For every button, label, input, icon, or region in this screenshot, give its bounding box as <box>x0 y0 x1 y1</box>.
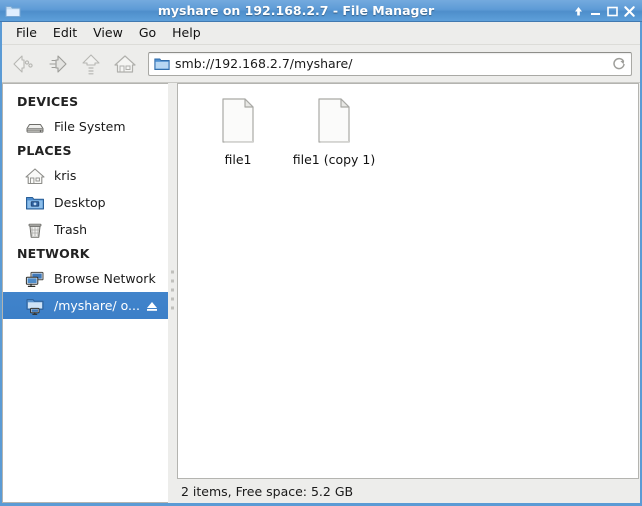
sidebar-item-myshare[interactable]: /myshare/ o... <box>3 292 168 319</box>
sidebar-item-desktop[interactable]: Desktop <box>3 189 168 216</box>
sidebar-group-devices: DEVICES <box>17 94 79 109</box>
desktop-folder-icon <box>24 193 46 213</box>
sidebar-item-label: Desktop <box>54 195 106 210</box>
folder-icon[interactable] <box>4 3 22 19</box>
location-bar[interactable]: smb://192.168.2.7/myshare/ <box>148 51 632 76</box>
arrow-left-icon <box>13 54 33 73</box>
status-text: 2 items, Free space: 5.2 GB <box>181 483 354 499</box>
status-bar: 2 items, Free space: 5.2 GB <box>177 479 639 503</box>
sidebar-group-network: NETWORK <box>17 246 90 261</box>
minimize-button[interactable] <box>587 3 604 19</box>
sidebar-item-label: kris <box>54 168 77 183</box>
sidebar-item-kris[interactable]: kris <box>3 162 168 189</box>
location-input[interactable]: smb://192.168.2.7/myshare/ <box>175 56 611 71</box>
document-icon <box>214 96 262 146</box>
eject-icon[interactable] <box>145 299 159 313</box>
title-bar[interactable]: myshare on 192.168.2.7 - File Manager <box>0 0 642 22</box>
shade-button[interactable] <box>570 3 587 19</box>
network-browse-icon <box>24 269 46 289</box>
sidebar-item-label: File System <box>54 119 126 134</box>
arrow-up-icon <box>82 53 100 74</box>
up-button[interactable] <box>74 49 108 79</box>
window-body: DEVICES File System PLACES kris Desktop … <box>2 83 640 503</box>
file-item[interactable]: file1 <box>190 92 286 173</box>
network-share-icon <box>24 296 46 316</box>
menu-bar: File Edit View Go Help <box>2 22 640 45</box>
main-pane: file1 file1 (copy 1) 2 items, Free space… <box>177 83 640 503</box>
sidebar-item-browse-network[interactable]: Browse Network <box>3 265 168 292</box>
file-item[interactable]: file1 (copy 1) <box>286 92 382 173</box>
reload-icon[interactable] <box>611 56 627 72</box>
menu-file[interactable]: File <box>8 23 45 43</box>
maximize-button[interactable] <box>604 3 621 19</box>
document-icon <box>310 96 358 146</box>
sidebar-splitter[interactable] <box>168 83 177 503</box>
home-icon <box>24 166 46 186</box>
splitter-grip <box>171 270 174 316</box>
window-title: myshare on 192.168.2.7 - File Manager <box>157 3 435 18</box>
arrow-right-icon <box>49 54 67 73</box>
home-button[interactable] <box>108 49 142 79</box>
file-name: file1 <box>224 152 252 167</box>
sidebar-item-label: Trash <box>54 222 88 237</box>
file-name: file1 (copy 1) <box>292 152 376 167</box>
menu-help[interactable]: Help <box>164 23 209 43</box>
sidebar-item-label: /myshare/ o... <box>54 298 140 313</box>
close-button[interactable] <box>621 3 638 19</box>
sidebar-item-trash[interactable]: Trash <box>3 216 168 243</box>
sidebar-item-file-system[interactable]: File System <box>3 113 168 140</box>
folder-icon <box>154 57 170 71</box>
home-icon <box>114 54 136 73</box>
file-manager-window: myshare on 192.168.2.7 - File Manager Fi… <box>0 0 642 506</box>
harddisk-icon <box>24 117 46 137</box>
places-sidebar: DEVICES File System PLACES kris Desktop … <box>2 83 168 503</box>
menu-go[interactable]: Go <box>131 23 164 43</box>
menu-edit[interactable]: Edit <box>45 23 85 43</box>
trash-icon <box>24 220 46 240</box>
menu-view[interactable]: View <box>85 23 131 43</box>
sidebar-item-label: Browse Network <box>54 271 156 286</box>
navigation-toolbar: smb://192.168.2.7/myshare/ <box>2 45 640 83</box>
sidebar-group-places: PLACES <box>17 143 72 158</box>
file-list-view[interactable]: file1 file1 (copy 1) <box>177 83 639 479</box>
forward-button[interactable] <box>40 49 74 79</box>
back-button[interactable] <box>6 49 40 79</box>
